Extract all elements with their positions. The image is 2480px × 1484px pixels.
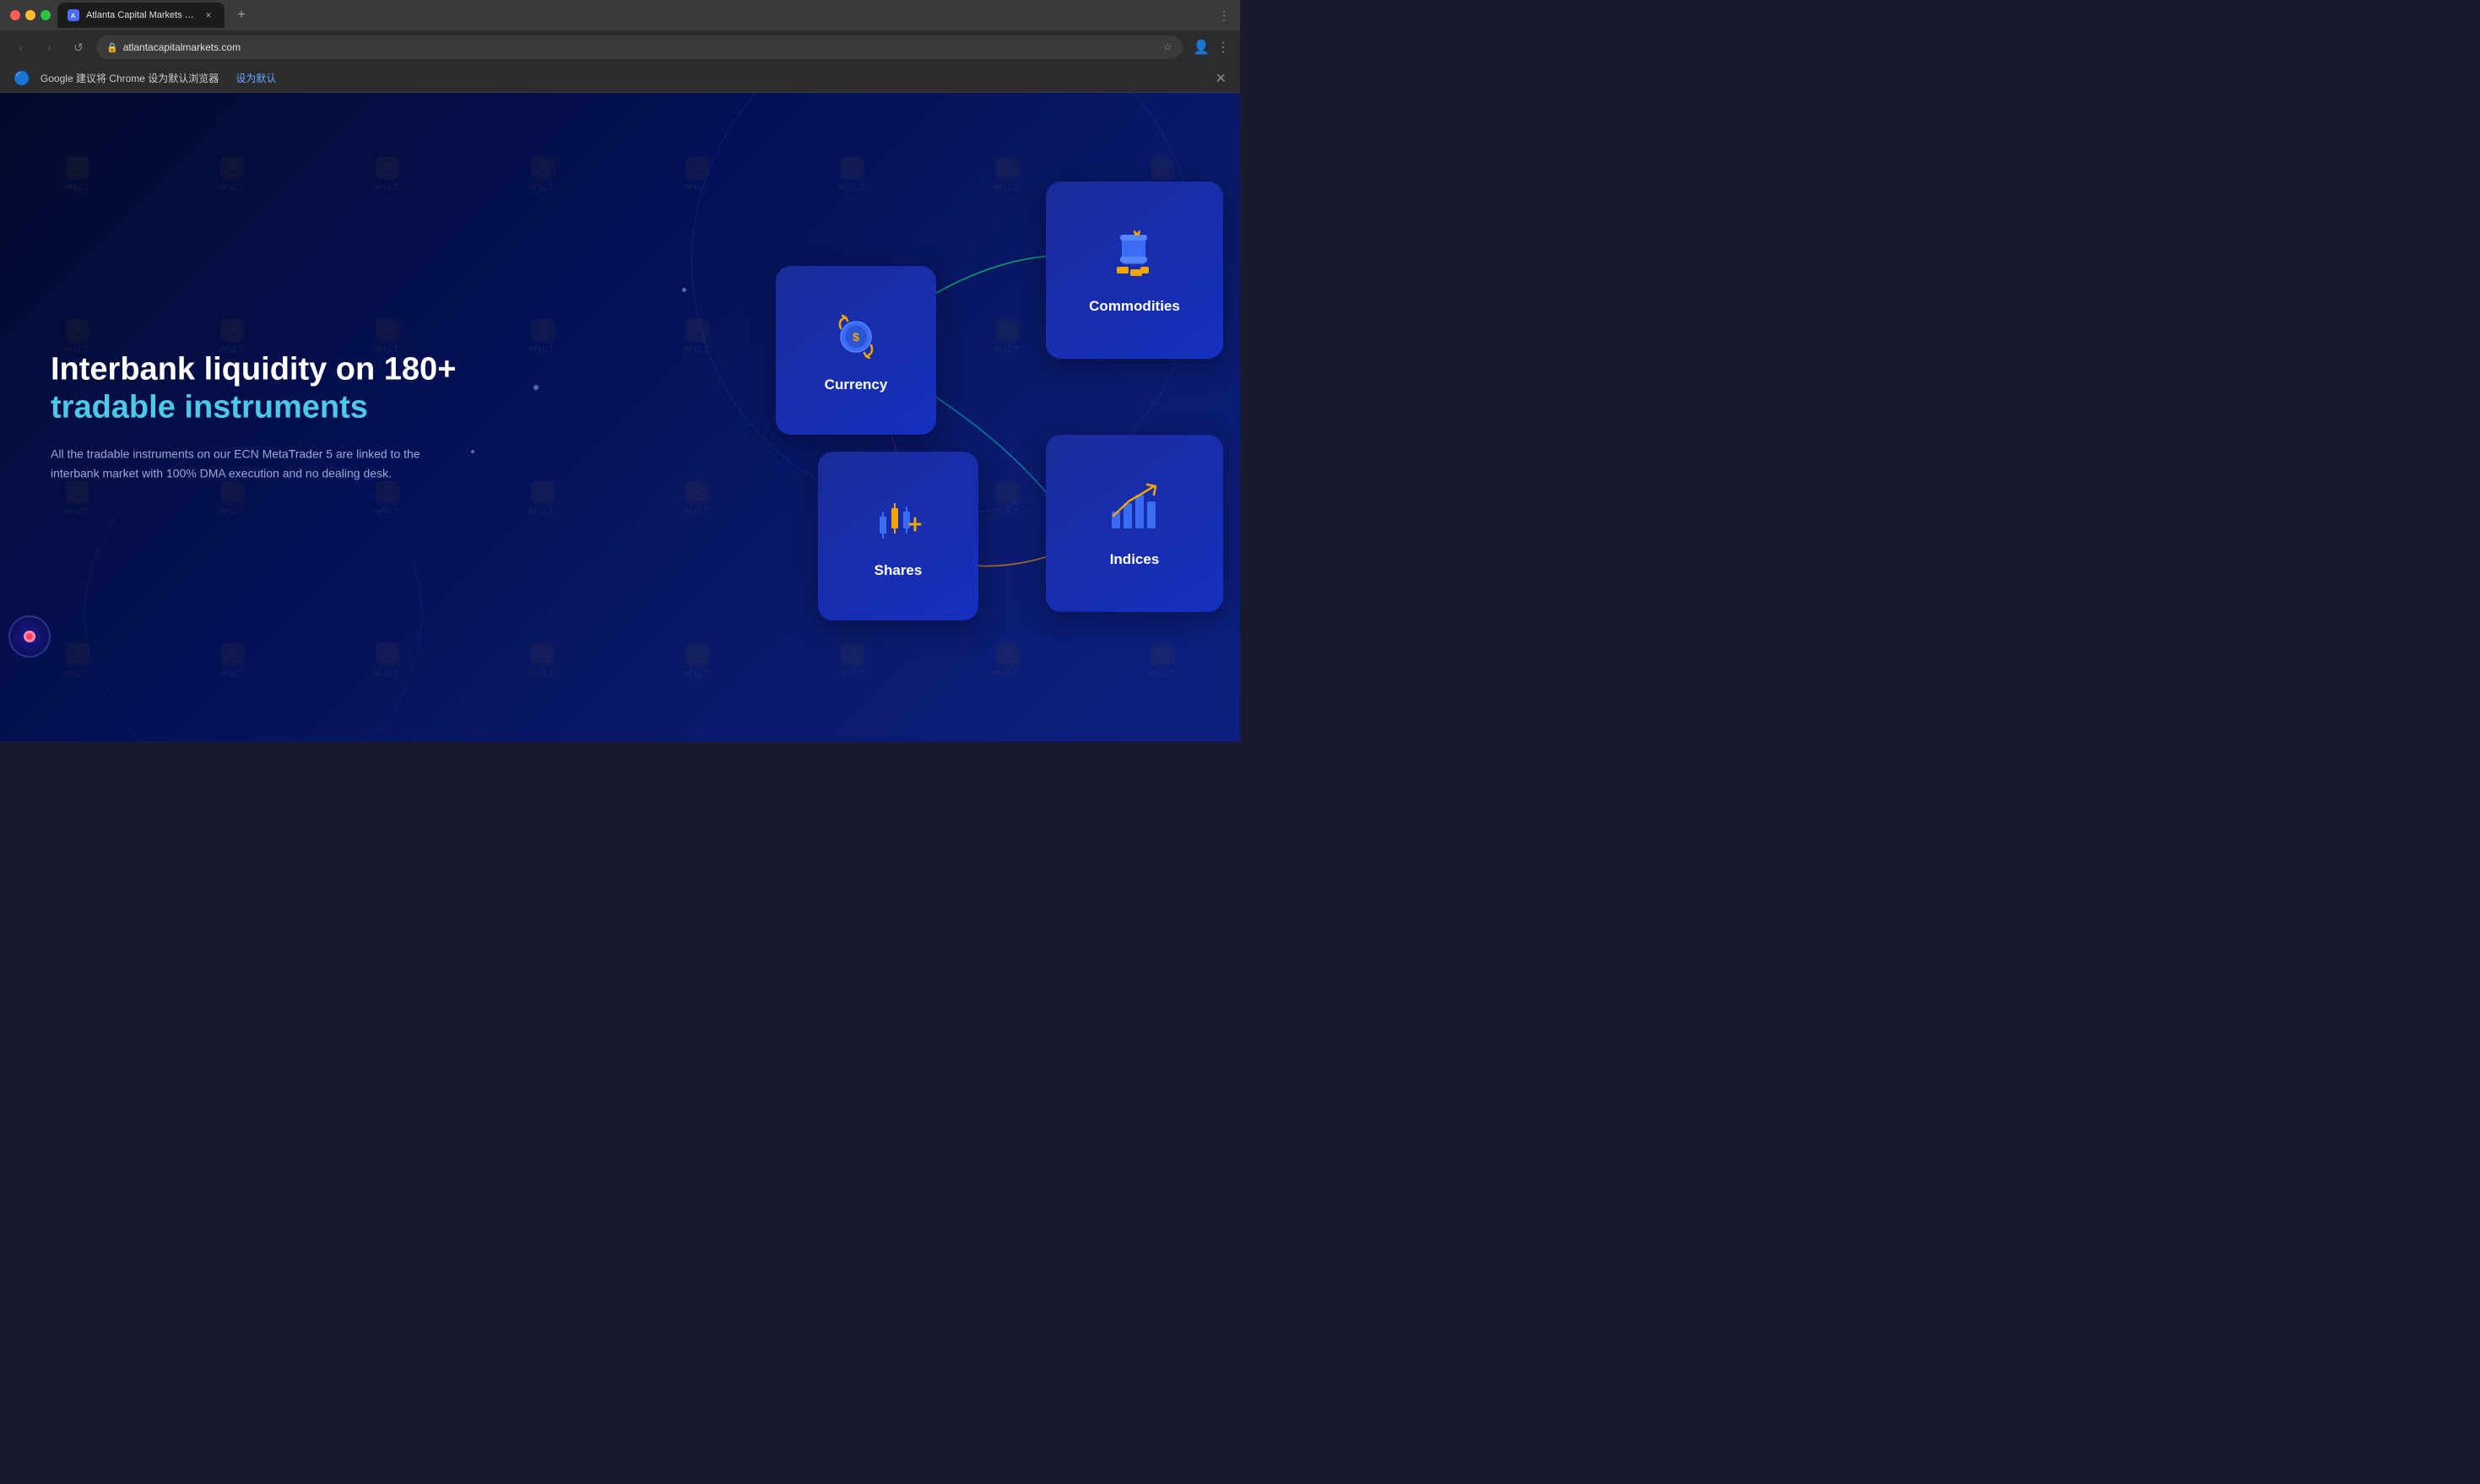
indices-card[interactable]: Indices bbox=[1046, 435, 1223, 612]
tab-close-button[interactable]: ✕ bbox=[203, 9, 214, 21]
svg-text:$: $ bbox=[853, 330, 859, 344]
commodities-card[interactable]: Commodities bbox=[1046, 181, 1223, 359]
watermark-item: WILT bbox=[465, 418, 620, 580]
shares-card-label: Shares bbox=[874, 562, 923, 579]
watermark-item: WILT bbox=[310, 93, 465, 255]
notification-bar: 🔵 Google 建议将 Chrome 设为默认浏览器 设为默认 ✕ bbox=[0, 64, 1240, 93]
traffic-lights bbox=[10, 10, 51, 20]
active-tab[interactable]: A Atlanta Capital Markets - Atla... ✕ bbox=[57, 3, 225, 28]
headline-line1: Interbank liquidity on 180+ bbox=[51, 351, 456, 387]
browser-options-icon[interactable]: ⋮ bbox=[1216, 39, 1230, 56]
currency-icon: $ bbox=[829, 307, 884, 366]
title-bar: A Atlanta Capital Markets - Atla... ✕ + … bbox=[0, 0, 1240, 30]
browser-window: A Atlanta Capital Markets - Atla... ✕ + … bbox=[0, 0, 1240, 93]
maximize-traffic-light[interactable] bbox=[41, 10, 51, 20]
currency-card[interactable]: $ Currency bbox=[776, 266, 936, 435]
watermark-item: WILT bbox=[465, 93, 620, 255]
main-description: All the tradable instruments on our ECN … bbox=[51, 444, 422, 485]
svg-text:A: A bbox=[71, 14, 75, 19]
notification-text: Google 建议将 Chrome 设为默认浏览器 bbox=[41, 71, 219, 85]
bookmark-icon[interactable]: ☆ bbox=[1162, 41, 1172, 54]
minimize-traffic-light[interactable] bbox=[25, 10, 35, 20]
dot-1 bbox=[533, 385, 539, 390]
watermark-item: WILT bbox=[465, 580, 620, 742]
indices-card-label: Indices bbox=[1110, 551, 1160, 568]
watermark-item: WILT bbox=[465, 255, 620, 417]
url-text: atlantacapitalmarkets.com bbox=[123, 41, 241, 53]
currency-card-label: Currency bbox=[825, 376, 888, 393]
notification-action-button[interactable]: 设为默认 bbox=[229, 69, 283, 87]
address-bar[interactable]: 🔒 atlantacapitalmarkets.com ☆ bbox=[96, 35, 1183, 59]
watermark-item: WILT bbox=[310, 580, 465, 742]
watermark-item: WILT bbox=[0, 580, 155, 742]
deco-circle-2 bbox=[84, 447, 422, 742]
indices-icon bbox=[1105, 478, 1164, 541]
notification-close-button[interactable]: ✕ bbox=[1216, 70, 1226, 87]
orbit-decoration bbox=[8, 615, 51, 658]
navigation-bar: ‹ › ↺ 🔒 atlantacapitalmarkets.com ☆ 👤 ⋮ bbox=[0, 30, 1240, 64]
close-traffic-light[interactable] bbox=[10, 10, 20, 20]
watermark-item: WILT bbox=[155, 93, 311, 255]
cards-area: $ Currency bbox=[750, 181, 1223, 654]
orbit-dot bbox=[24, 631, 35, 642]
new-tab-button[interactable]: + bbox=[231, 5, 252, 25]
tab-title: Atlanta Capital Markets - Atla... bbox=[86, 10, 196, 20]
back-button[interactable]: ‹ bbox=[10, 36, 32, 58]
profile-icon[interactable]: 👤 bbox=[1193, 39, 1210, 56]
security-lock-icon: 🔒 bbox=[106, 42, 118, 53]
watermark-item: WILT bbox=[0, 93, 155, 255]
watermark-item: WILT bbox=[155, 580, 311, 742]
chrome-logo-icon: 🔵 bbox=[14, 70, 30, 87]
shares-icon bbox=[871, 493, 926, 552]
commodities-icon bbox=[1105, 225, 1164, 288]
dot-2 bbox=[471, 450, 474, 453]
headline-line2: tradable instruments bbox=[51, 390, 368, 425]
browser-menu-icon[interactable]: ⋮ bbox=[1218, 8, 1230, 23]
main-headline: Interbank liquidity on 180+ tradable ins… bbox=[51, 350, 456, 427]
left-content-section: Interbank liquidity on 180+ tradable ins… bbox=[51, 350, 456, 485]
refresh-button[interactable]: ↺ bbox=[68, 36, 89, 58]
forward-button[interactable]: › bbox=[39, 36, 61, 58]
webpage-content: // Generate watermark items const grid =… bbox=[0, 93, 1240, 742]
shares-card[interactable]: Shares bbox=[818, 452, 978, 620]
tab-favicon: A bbox=[68, 9, 79, 21]
dot-3 bbox=[682, 288, 686, 292]
commodities-card-label: Commodities bbox=[1089, 298, 1180, 315]
